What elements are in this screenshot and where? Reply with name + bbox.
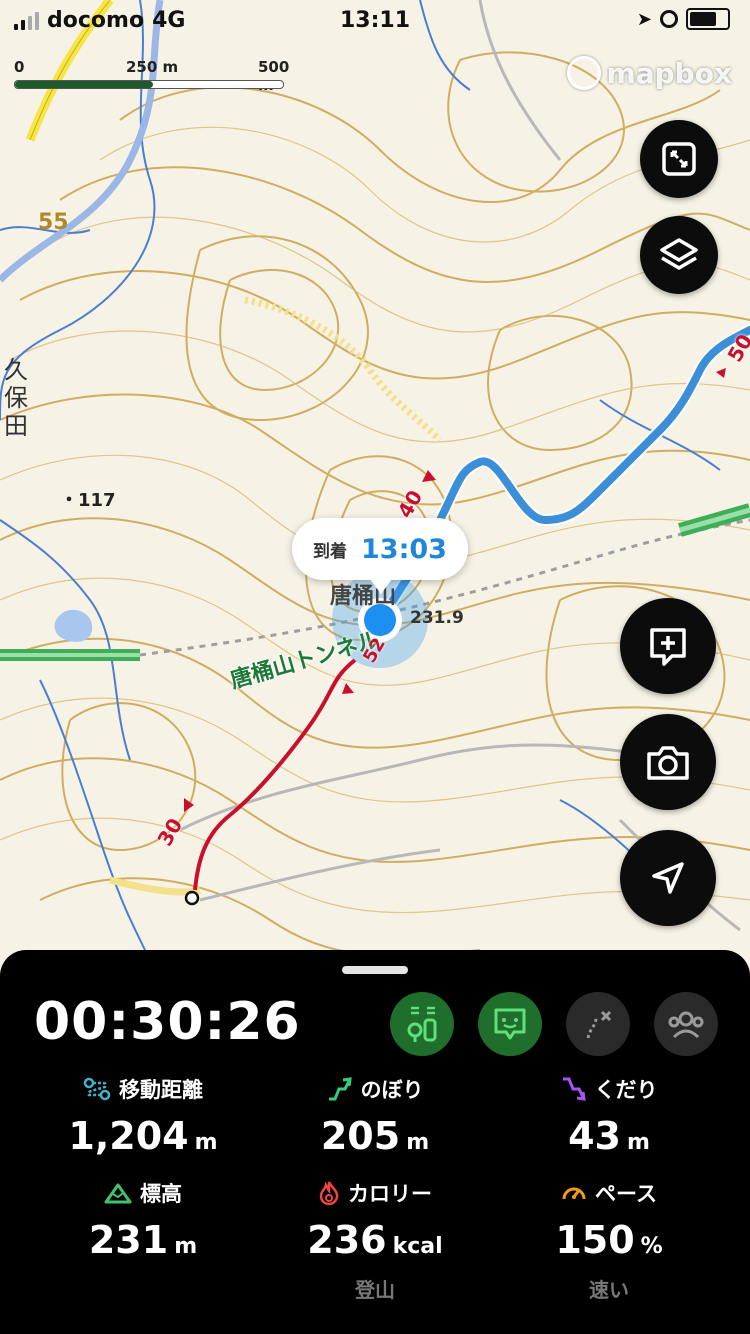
- route-off-button[interactable]: [566, 992, 630, 1056]
- location-arrow-icon: ➤: [636, 8, 652, 30]
- stat-calories-unit: kcal: [392, 1234, 443, 1259]
- route-icon: [83, 1077, 111, 1101]
- drag-handle[interactable]: [342, 966, 408, 974]
- layers-icon: [660, 238, 698, 270]
- stat-ascent: のぼり 205 m: [250, 1074, 500, 1158]
- arrival-label: 到着: [313, 541, 348, 562]
- status-bar: docomo 4G 13:11 ➤: [0, 0, 750, 44]
- mapbox-attribution[interactable]: mapbox: [566, 56, 732, 90]
- camera-button[interactable]: [620, 714, 716, 810]
- arrival-time: 13:03: [361, 533, 447, 565]
- stat-descent-unit: m: [626, 1130, 650, 1155]
- current-location-button[interactable]: [620, 830, 716, 926]
- stat-pace-unit: %: [640, 1234, 663, 1259]
- activity-type-label: 登山: [355, 1278, 395, 1302]
- elapsed-timer: 00:30:26: [34, 992, 301, 1052]
- mode-monitor-button[interactable]: [478, 992, 542, 1056]
- expand-icon: [662, 142, 696, 176]
- activity-panel: 00:30:26 移動距離 1,204m のぼり 205m くだり 43m: [0, 950, 750, 1334]
- battery-icon: [686, 8, 730, 30]
- stat-descent: くだり 43 m: [484, 1074, 734, 1158]
- stat-altitude-value: 231: [88, 1218, 169, 1262]
- status-icons: ➤: [637, 8, 730, 30]
- descent-icon: [562, 1077, 586, 1101]
- route-off-icon: [586, 1010, 612, 1039]
- camera-icon: [647, 746, 689, 780]
- stat-ascent-value: 205: [320, 1114, 401, 1158]
- scale-bar: [14, 80, 284, 89]
- arrival-callout[interactable]: 到着 13:03: [292, 518, 468, 594]
- map-scale: 0 250 m 500 m: [14, 58, 304, 94]
- map-view[interactable]: docomo 4G 13:11 ➤ 0 250 m 500 m mapbox 5…: [0, 0, 750, 970]
- group-button[interactable]: [654, 992, 718, 1056]
- stat-pace-label: ペース: [595, 1182, 657, 1206]
- face-badge-icon: [494, 1008, 526, 1040]
- stat-altitude: 標高 231 m: [18, 1178, 268, 1262]
- spot-height-label: ・117: [60, 490, 116, 511]
- stat-altitude-label: 標高: [140, 1182, 182, 1206]
- scale-zero: 0: [14, 58, 25, 76]
- scale-mid: 250 m: [126, 58, 179, 76]
- add-memo-button[interactable]: [620, 598, 716, 694]
- pace-rating-label: 速い: [589, 1278, 629, 1302]
- stat-pace-value: 150: [555, 1218, 635, 1262]
- village-label: 久 保 田: [4, 356, 28, 440]
- layers-button[interactable]: [640, 216, 718, 294]
- mountain-icon: [104, 1183, 132, 1204]
- navigation-arrow-icon: [652, 862, 684, 894]
- flame-icon: [319, 1181, 339, 1206]
- topographic-map: [0, 0, 750, 970]
- mapbox-text: mapbox: [606, 56, 732, 90]
- gauge-icon: [562, 1187, 586, 1200]
- stat-distance-value: 1,204: [68, 1114, 189, 1158]
- ascent-icon: [328, 1077, 352, 1101]
- road-number-label: 55: [38, 210, 69, 235]
- add-note-icon: [650, 628, 686, 666]
- expand-map-button[interactable]: [640, 120, 718, 198]
- stat-ascent-label: のぼり: [360, 1078, 424, 1102]
- stat-calories-value: 236: [307, 1218, 387, 1262]
- hiking-marker-icon: [407, 1006, 437, 1042]
- lock-rotation-icon: [660, 10, 678, 28]
- group-icon: [668, 1011, 704, 1039]
- summit-elevation-label: 231.9: [410, 608, 464, 628]
- stat-descent-value: 43: [568, 1114, 621, 1158]
- stat-ascent-unit: m: [406, 1130, 430, 1155]
- stat-distance-unit: m: [194, 1130, 218, 1155]
- stat-calories-label: カロリー: [348, 1182, 432, 1206]
- stat-distance-label: 移動距離: [119, 1078, 203, 1102]
- mapbox-logo-icon: [566, 56, 601, 90]
- mode-hiking-button[interactable]: [390, 992, 454, 1056]
- stat-distance: 移動距離 1,204 m: [18, 1074, 268, 1158]
- stat-calories: カロリー 236 kcal: [250, 1178, 500, 1262]
- stat-altitude-unit: m: [174, 1234, 198, 1259]
- stat-pace: ペース 150%: [484, 1178, 734, 1262]
- stat-descent-label: くだり: [594, 1078, 658, 1102]
